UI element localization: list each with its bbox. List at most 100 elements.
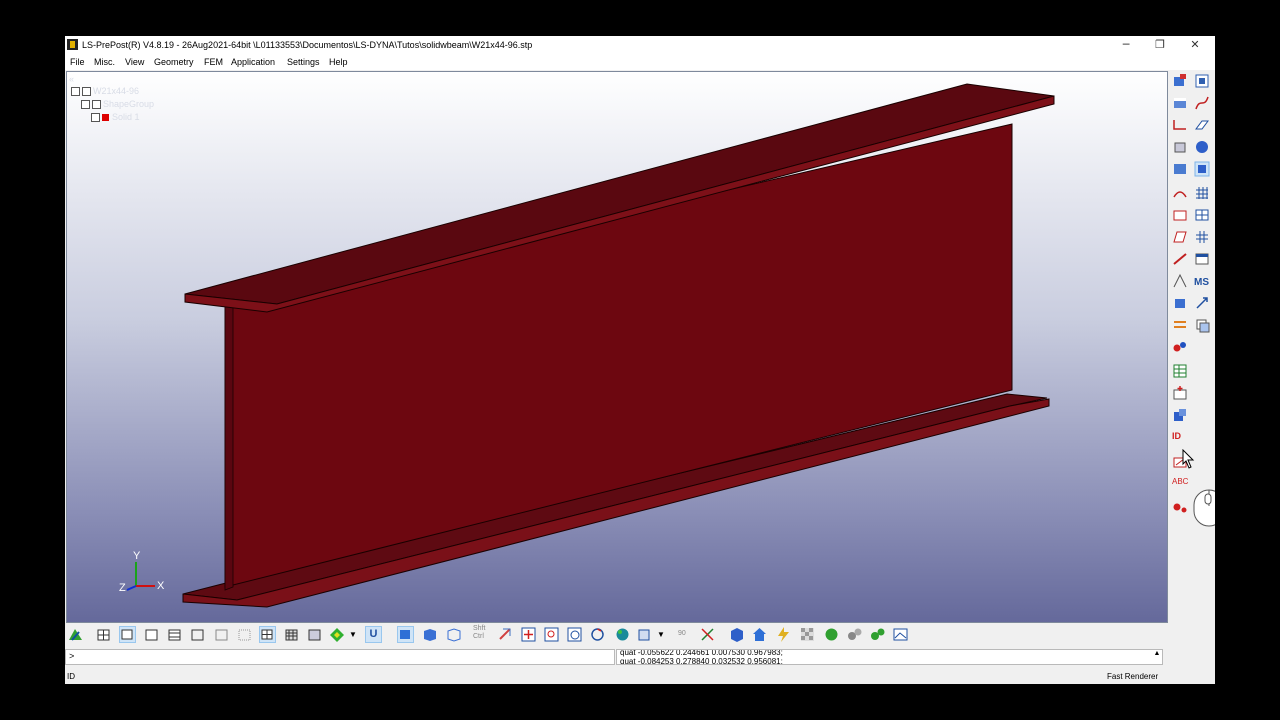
sketch-icon[interactable] xyxy=(1172,251,1188,267)
tree-item-solid[interactable]: Solid 1 xyxy=(91,112,140,123)
menu-misc[interactable]: Misc. xyxy=(94,57,115,67)
i-beam-model[interactable] xyxy=(67,72,1167,622)
tree-collapse-button[interactable]: « xyxy=(69,74,74,84)
zoom-window-icon[interactable] xyxy=(543,626,560,643)
curve-icon[interactable] xyxy=(1194,95,1210,111)
rotate-icon[interactable] xyxy=(589,626,606,643)
tree-checkbox[interactable] xyxy=(82,87,91,97)
model-part-icon[interactable] xyxy=(1194,73,1210,89)
gears-icon[interactable] xyxy=(846,626,863,643)
edit-surface-icon[interactable] xyxy=(1172,229,1188,245)
x-axis-label: X xyxy=(157,580,165,592)
transparent-icon[interactable] xyxy=(213,626,230,643)
right-toolbar: MS ID ABC xyxy=(1168,71,1215,641)
shape-mesher-icon[interactable] xyxy=(1172,185,1188,201)
menu-application[interactable]: Application xyxy=(231,57,275,67)
element-generation-icon[interactable] xyxy=(1172,207,1188,223)
close-button[interactable]: ✕ xyxy=(1178,36,1212,54)
scroll-up-icon[interactable]: ▲ xyxy=(1152,650,1162,657)
blue-box-icon[interactable] xyxy=(728,626,745,643)
annotation-label-icon[interactable]: ABC xyxy=(1172,477,1188,493)
pan-icon[interactable] xyxy=(497,626,514,643)
view-dropdown-arrow-icon[interactable]: ▼ xyxy=(657,626,667,643)
mesh-selected-icon[interactable] xyxy=(1194,161,1210,177)
line-icon[interactable] xyxy=(1172,117,1188,133)
mesh-block-icon[interactable] xyxy=(1172,161,1188,177)
table-icon[interactable] xyxy=(1194,251,1210,267)
shaded-view-icon[interactable] xyxy=(119,626,136,643)
tree-checkbox[interactable] xyxy=(91,113,100,123)
settings-gears-icon[interactable] xyxy=(869,626,886,643)
renderer-status: Fast Renderer xyxy=(1107,672,1159,681)
add-entity-icon[interactable] xyxy=(520,626,537,643)
solid-cube-icon[interactable] xyxy=(421,626,438,643)
surface-icon[interactable] xyxy=(1194,117,1210,133)
point-cloud-icon[interactable] xyxy=(236,626,253,643)
web-fillet xyxy=(224,303,234,591)
ms-icon[interactable]: MS xyxy=(1194,273,1210,289)
tree-item-label: Solid 1 xyxy=(112,112,140,122)
message-line: quat -0.084253 0.278840 0.032532 0.95608… xyxy=(620,657,783,665)
lightning-icon[interactable] xyxy=(775,626,792,643)
dropdown-arrow-icon[interactable]: ▼ xyxy=(349,626,359,643)
sphere-icon[interactable] xyxy=(823,626,840,643)
shift-ctrl-label: Shft Ctrl xyxy=(473,625,486,640)
view-cube-icon[interactable] xyxy=(636,626,653,643)
perspective-view-icon[interactable] xyxy=(397,626,414,643)
block-mesher-icon[interactable] xyxy=(1194,207,1210,223)
part-color-icon[interactable] xyxy=(1172,95,1188,111)
transform-icon[interactable] xyxy=(1194,295,1210,311)
selection-icon[interactable] xyxy=(1172,407,1188,423)
menu-help[interactable]: Help xyxy=(329,57,348,67)
measure-icon[interactable] xyxy=(1172,273,1188,289)
measure-tool-icon[interactable] xyxy=(699,626,716,643)
checkerboard-icon[interactable] xyxy=(799,626,816,643)
unit-toggle-button[interactable]: U xyxy=(365,626,382,643)
spreadsheet-icon[interactable] xyxy=(1172,363,1188,379)
delete-node-icon[interactable] xyxy=(1172,499,1188,515)
create-entity-icon[interactable] xyxy=(1172,385,1188,401)
solid-icon[interactable] xyxy=(1194,139,1210,155)
tree-item-group[interactable]: ShapeGroup xyxy=(81,99,154,110)
element-tools-icon[interactable] xyxy=(1172,73,1188,89)
tree-item-label: W21x44-96 xyxy=(93,86,140,96)
tree-item-root[interactable]: W21x44-96 xyxy=(71,86,140,97)
fringe-icon[interactable] xyxy=(329,626,346,643)
maximize-button[interactable]: ❐ xyxy=(1143,36,1177,54)
outline-icon[interactable] xyxy=(189,626,206,643)
home-view-icon[interactable] xyxy=(67,626,84,643)
id-label-icon[interactable]: ID xyxy=(1172,431,1188,447)
copy-part-icon[interactable] xyxy=(1194,317,1210,333)
offset-icon[interactable] xyxy=(1172,317,1188,333)
menu-geometry[interactable]: Geometry xyxy=(154,57,194,67)
image-capture-icon[interactable] xyxy=(892,626,909,643)
node-edit-icon[interactable] xyxy=(1172,339,1188,355)
tree-checkbox[interactable] xyxy=(71,87,80,97)
model-check-icon[interactable] xyxy=(1172,295,1188,311)
shrink-icon[interactable] xyxy=(306,626,323,643)
wire-cube-icon[interactable] xyxy=(445,626,462,643)
svg-text:MS: MS xyxy=(1194,277,1209,288)
tree-checkbox[interactable] xyxy=(81,100,90,110)
tree-checkbox[interactable] xyxy=(92,100,101,110)
graphics-viewport[interactable]: « W21x44-96 ShapeGroup Solid 1 Y Z X xyxy=(66,71,1168,623)
command-input[interactable]: > xyxy=(65,649,615,665)
hidden-line-icon[interactable] xyxy=(143,626,160,643)
house-icon[interactable] xyxy=(751,626,768,643)
dense-mesh-icon[interactable] xyxy=(283,626,300,643)
zoom-fit-icon[interactable] xyxy=(566,626,583,643)
menu-settings[interactable]: Settings xyxy=(287,57,320,67)
message-scrollbar[interactable]: ▲ xyxy=(1152,650,1162,664)
menu-view[interactable]: View xyxy=(125,57,144,67)
wireframe-view-icon[interactable] xyxy=(95,626,112,643)
globe-icon[interactable] xyxy=(614,626,631,643)
grid-mesh-icon[interactable] xyxy=(1194,185,1210,201)
grid-icon[interactable] xyxy=(1194,229,1210,245)
rotation-angle-value[interactable]: 90 xyxy=(678,630,686,637)
menu-file[interactable]: File xyxy=(70,57,85,67)
mesh-edge-icon[interactable] xyxy=(259,626,276,643)
minimize-button[interactable]: ─ xyxy=(1109,36,1143,54)
feature-line-icon[interactable] xyxy=(166,626,183,643)
solid-box-icon[interactable] xyxy=(1172,139,1188,155)
menu-fem[interactable]: FEM xyxy=(204,57,223,67)
